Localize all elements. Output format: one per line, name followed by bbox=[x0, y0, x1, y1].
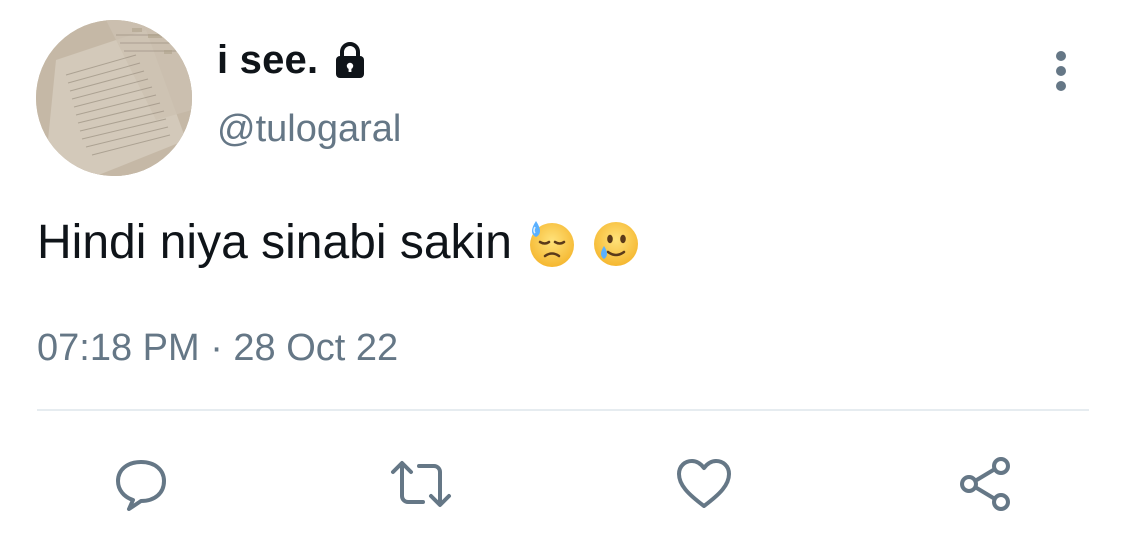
user-handle[interactable]: @tulogaral bbox=[217, 108, 401, 151]
tweet-timestamp[interactable]: 07:18 PM · 28 Oct 22 bbox=[37, 327, 398, 370]
share-icon bbox=[955, 454, 1015, 514]
retweet-button[interactable] bbox=[389, 452, 453, 516]
divider bbox=[37, 409, 1089, 411]
reply-button[interactable] bbox=[109, 452, 173, 516]
heart-icon bbox=[674, 456, 734, 512]
display-name-row[interactable]: i see. bbox=[217, 38, 370, 83]
speech-bubble-icon bbox=[111, 454, 171, 514]
tweet-card: i see. @tulogaral Hindi niya sinabi saki… bbox=[0, 0, 1125, 555]
downcast-face-with-sweat-icon bbox=[526, 218, 576, 268]
tweet-text: Hindi niya sinabi sakin bbox=[37, 216, 512, 269]
more-options-icon[interactable] bbox=[1046, 48, 1076, 96]
tweet-body: Hindi niya sinabi sakin bbox=[37, 215, 640, 270]
avatar[interactable] bbox=[36, 20, 192, 176]
retweet-icon bbox=[389, 454, 453, 514]
like-button[interactable] bbox=[672, 452, 736, 516]
display-name[interactable]: i see. bbox=[217, 38, 318, 83]
share-button[interactable] bbox=[953, 452, 1017, 516]
lock-icon bbox=[330, 41, 370, 81]
smiling-face-with-tear-icon bbox=[590, 218, 640, 268]
